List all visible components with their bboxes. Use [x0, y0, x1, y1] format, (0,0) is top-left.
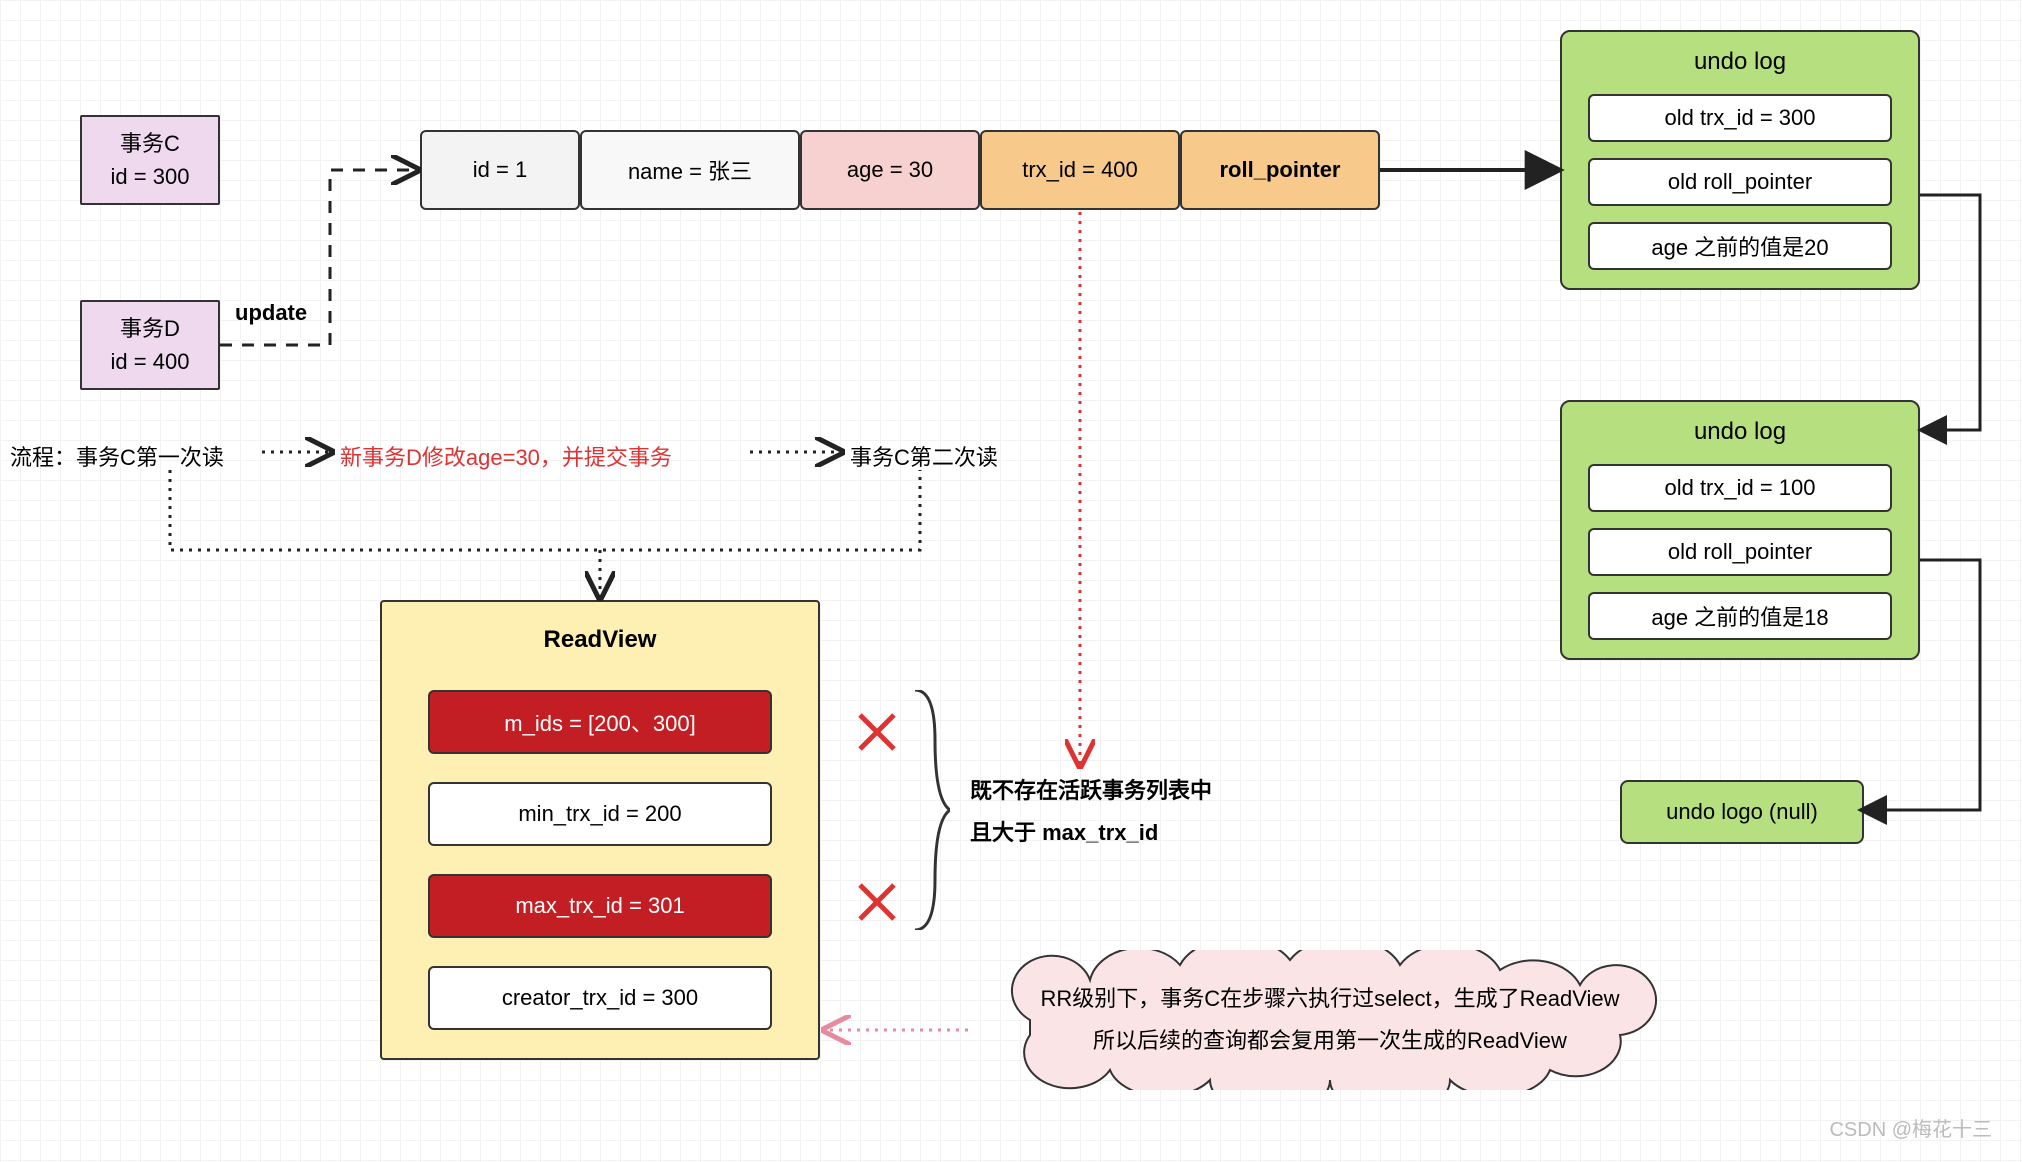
annotation-line2: 且大于 max_trx_id [970, 812, 1212, 854]
readview-title: ReadView [544, 626, 657, 654]
cross-icon-2 [855, 880, 899, 924]
annotation-line1: 既不存在活跃事务列表中 [970, 770, 1212, 812]
callout-line2: 所以后续的查询都会复用第一次生成的ReadView [1040, 1020, 1619, 1062]
readview-box: ReadView m_ids = [200、300] min_trx_id = … [380, 600, 820, 1060]
flow-step1: 事务C第一次读 [76, 445, 224, 470]
transaction-d-box: 事务D id = 400 [80, 300, 220, 390]
cross-icon-1 [855, 710, 899, 754]
undo-null: undo logo (null) [1620, 780, 1864, 844]
undo-log-1: undo log old trx_id = 300 old roll_point… [1560, 30, 1920, 290]
readview-mids: m_ids = [200、300] [428, 690, 772, 754]
undo-log-2: undo log old trx_id = 100 old roll_point… [1560, 400, 1920, 660]
watermark: CSDN @梅花十三 [1829, 1113, 1992, 1142]
undo-log-1-age: age 之前的值是20 [1588, 222, 1892, 270]
cell-age: age = 30 [800, 130, 980, 210]
undo-log-1-roll: old roll_pointer [1588, 158, 1892, 206]
undo-log-2-title: undo log [1694, 418, 1786, 446]
transaction-c-label: 事务C [120, 127, 180, 160]
flow-prefix: 流程：事务C第一次读 [10, 440, 224, 472]
transaction-c-id: id = 300 [111, 160, 190, 193]
callout-line1: RR级别下，事务C在步骤六执行过select，生成了ReadView [1040, 978, 1619, 1020]
undo-log-1-trx: old trx_id = 300 [1588, 94, 1892, 142]
flow-step3: 事务C第二次读 [850, 440, 998, 472]
readview-min: min_trx_id = 200 [428, 782, 772, 846]
undo-log-2-age: age 之前的值是18 [1588, 592, 1892, 640]
transaction-c-box: 事务C id = 300 [80, 115, 220, 205]
cell-id: id = 1 [420, 130, 580, 210]
undo-log-2-roll: old roll_pointer [1588, 528, 1892, 576]
undo-log-1-title: undo log [1694, 48, 1786, 76]
undo-log-2-trx: old trx_id = 100 [1588, 464, 1892, 512]
cell-roll: roll_pointer [1180, 130, 1380, 210]
flow-step2: 新事务D修改age=30，并提交事务 [340, 440, 672, 472]
update-label: update [235, 300, 307, 326]
callout-cloud: RR级别下，事务C在步骤六执行过select，生成了ReadView 所以后续的… [970, 950, 1690, 1090]
brace-icon [910, 690, 950, 930]
annotation-text: 既不存在活跃事务列表中 且大于 max_trx_id [970, 770, 1212, 854]
transaction-d-id: id = 400 [111, 345, 190, 378]
flow-prefix-text: 流程： [10, 445, 76, 470]
transaction-d-label: 事务D [120, 312, 180, 345]
cell-name: name = 张三 [580, 130, 800, 210]
readview-max: max_trx_id = 301 [428, 874, 772, 938]
readview-creator: creator_trx_id = 300 [428, 966, 772, 1030]
diagram-canvas: 事务C id = 300 事务D id = 400 update id = 1 … [0, 0, 2022, 1162]
cell-trx: trx_id = 400 [980, 130, 1180, 210]
